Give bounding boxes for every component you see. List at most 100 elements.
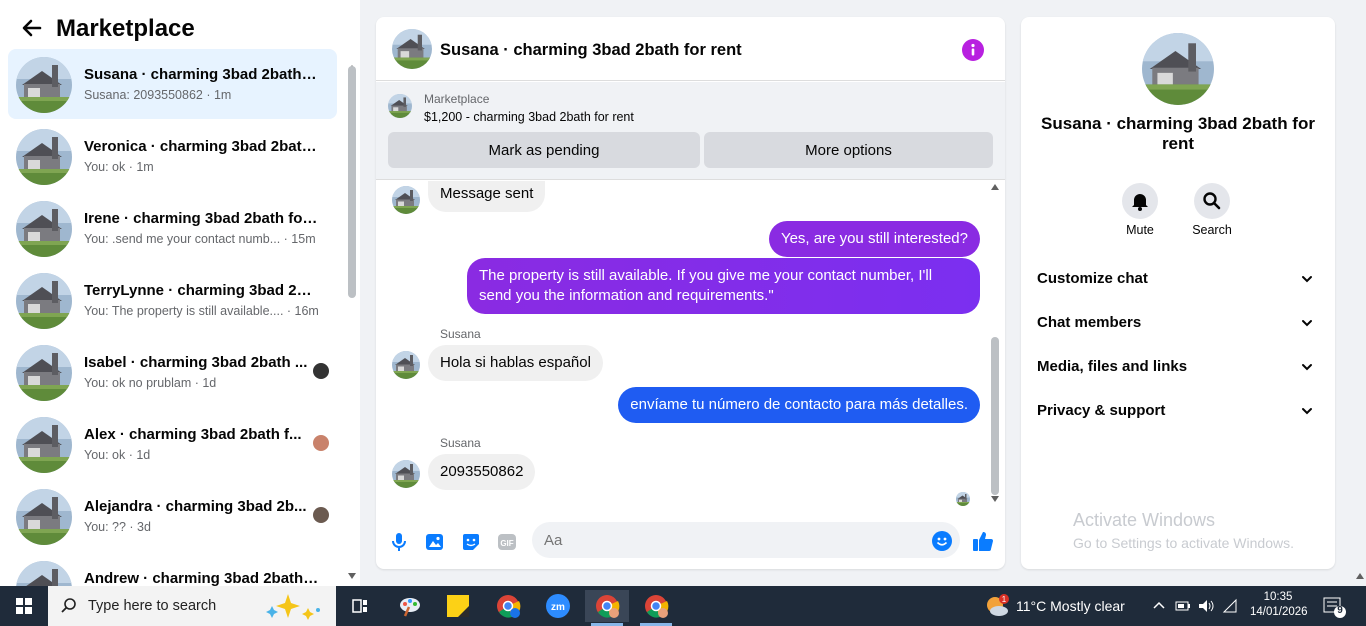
listing-thumbnail — [16, 561, 72, 586]
chat-avatar[interactable] — [392, 29, 432, 69]
mute-label: Mute — [1126, 223, 1154, 237]
conversation-item[interactable]: Irene · charming 3bad 2bath for ... You:… — [8, 193, 337, 263]
listing-thumbnail[interactable] — [388, 94, 412, 118]
back-arrow-icon[interactable] — [20, 16, 44, 40]
speaker-icon[interactable] — [1197, 598, 1215, 614]
message-bubble-incoming[interactable]: 2093550862 — [428, 454, 536, 490]
chevron-down-icon — [1302, 364, 1312, 371]
listing-thumbnail — [16, 273, 72, 329]
details-title: Susana · charming 3bad 2bath for rent — [1041, 114, 1315, 153]
listing-thumbnail — [16, 345, 72, 401]
message-bubble-incoming[interactable]: Message sent — [428, 181, 546, 212]
scroll-down-icon[interactable] — [347, 572, 357, 580]
microphone-icon[interactable] — [388, 531, 410, 553]
taskbar-app-chrome-profile-m[interactable] — [486, 590, 530, 622]
conversation-preview: You: .send me your contact numb... · 15m — [84, 232, 316, 246]
chat-details-pane: Susana · charming 3bad 2bath for rent Mu… — [1021, 17, 1335, 569]
chevron-down-icon — [1302, 320, 1312, 327]
bell-icon — [1132, 194, 1148, 211]
message-bubble-incoming[interactable]: Hola si hablas español — [428, 345, 603, 381]
conversation-title: Irene · charming 3bad 2bath for ... — [84, 210, 319, 227]
taskbar-search-box[interactable]: Type here to search — [48, 586, 336, 626]
section-label: Customize chat — [1037, 270, 1148, 287]
chrome-icon — [645, 595, 669, 618]
conversation-preview: You: ok · 1m — [84, 160, 154, 174]
conversation-title: TerryLynne · charming 3bad 2ba... — [84, 282, 319, 299]
taskbar-app-paint[interactable] — [388, 590, 432, 622]
profile-avatar[interactable] — [1142, 33, 1214, 105]
conversation-item[interactable]: TerryLynne · charming 3bad 2ba... You: T… — [8, 265, 337, 335]
section-label: Chat members — [1037, 314, 1142, 331]
network-icon[interactable] — [1222, 598, 1240, 614]
chat-members-section[interactable]: Chat members — [1029, 303, 1327, 343]
seen-avatar — [313, 363, 329, 379]
conversation-item[interactable]: Susana · charming 3bad 2bath f... Susana… — [8, 49, 337, 119]
page-title: Marketplace — [56, 15, 195, 42]
page-scroll-up-icon[interactable] — [1355, 572, 1365, 580]
task-view-icon — [352, 599, 367, 613]
conversation-preview: Susana: 2093550862 · 1m — [84, 88, 232, 102]
start-button[interactable] — [0, 586, 48, 626]
chevron-up-icon[interactable] — [1152, 599, 1166, 613]
message-composer: GIF — [376, 517, 1005, 569]
search-button[interactable] — [1194, 183, 1230, 219]
clock-time: 10:35 — [1263, 591, 1293, 603]
sticker-icon[interactable] — [460, 531, 482, 553]
message-bubble-outgoing[interactable]: Yes, are you still interested? — [768, 221, 980, 257]
scroll-up-icon[interactable] — [990, 183, 1000, 191]
taskbar-app-zoom[interactable]: zm — [536, 590, 580, 622]
conversation-item[interactable]: Alejandra · charming 3bad 2b... You: ?? … — [8, 481, 337, 551]
message-bubble-outgoing[interactable]: The property is still available. If you … — [467, 258, 980, 314]
taskbar-app-sticky-notes[interactable] — [436, 590, 480, 622]
conversation-item[interactable]: Isabel · charming 3bad 2bath ... You: ok… — [8, 337, 337, 407]
marketplace-label: Marketplace — [424, 92, 490, 106]
message-input[interactable] — [532, 522, 960, 558]
media-files-links-section[interactable]: Media, files and links — [1029, 347, 1327, 387]
chevron-down-icon — [1302, 408, 1312, 415]
zoom-icon: zm — [546, 594, 570, 618]
listing-price-title[interactable]: $1,200 - charming 3bad 2bath for rent — [424, 110, 634, 124]
privacy-support-section[interactable]: Privacy & support — [1029, 391, 1327, 431]
info-icon[interactable] — [962, 39, 984, 61]
conversation-preview: You: ok · 1d — [84, 448, 151, 462]
conversation-preview: You: ?? · 3d — [84, 520, 151, 534]
message-thread: Message sent Yes, are you still interest… — [376, 181, 1005, 511]
weather-widget[interactable]: 1 11°C Mostly clear — [980, 586, 1130, 626]
conversation-item[interactable]: Alex · charming 3bad 2bath f... You: ok … — [8, 409, 337, 479]
thread-scroll-thumb[interactable] — [991, 337, 999, 495]
more-options-button[interactable]: More options — [704, 132, 993, 168]
gif-icon[interactable]: GIF — [496, 531, 518, 553]
search-icon — [1203, 192, 1221, 210]
mark-as-pending-button[interactable]: Mark as pending — [388, 132, 700, 168]
search-icon — [61, 598, 76, 613]
sender-name: Susana — [440, 436, 481, 450]
listing-thumbnail — [16, 417, 72, 473]
taskbar-app-chrome-active[interactable] — [585, 590, 629, 626]
listing-thumbnail — [16, 489, 72, 545]
notification-center[interactable]: 9 — [1320, 594, 1348, 620]
chrome-icon — [596, 595, 620, 618]
conversation-item[interactable]: Veronica · charming 3bad 2bath ... You: … — [8, 121, 337, 191]
photo-icon[interactable] — [424, 531, 446, 553]
list-scroll-thumb[interactable] — [348, 66, 356, 298]
message-bubble-outgoing[interactable]: envíame tu número de contacto para más d… — [618, 387, 980, 423]
thumbs-up-icon[interactable] — [971, 529, 995, 553]
task-view-button[interactable] — [338, 590, 382, 622]
taskbar-app-chrome-second[interactable] — [634, 590, 678, 626]
system-clock[interactable]: 10:35 14/01/2026 — [1250, 590, 1308, 624]
chat-title[interactable]: Susana · charming 3bad 2bath for rent — [440, 41, 742, 60]
conversation-preview: You: The property is still available....… — [84, 304, 319, 318]
section-label: Privacy & support — [1037, 402, 1166, 419]
customize-chat-section[interactable]: Customize chat — [1029, 259, 1327, 299]
emoji-icon[interactable] — [932, 531, 952, 551]
seen-avatar — [313, 435, 329, 451]
section-label: Media, files and links — [1037, 358, 1188, 375]
mute-button[interactable] — [1122, 183, 1158, 219]
weather-text: 11°C Mostly clear — [1016, 598, 1125, 614]
windows-taskbar: Type here to search zm 1 11°C Mostly cle… — [0, 586, 1366, 626]
search-placeholder: Type here to search — [88, 598, 217, 614]
chevron-down-icon — [1302, 276, 1312, 283]
scroll-down-icon[interactable] — [990, 495, 1000, 503]
conversation-item[interactable]: Andrew · charming 3bad 2bath f... — [8, 553, 337, 586]
battery-icon[interactable] — [1175, 599, 1191, 613]
